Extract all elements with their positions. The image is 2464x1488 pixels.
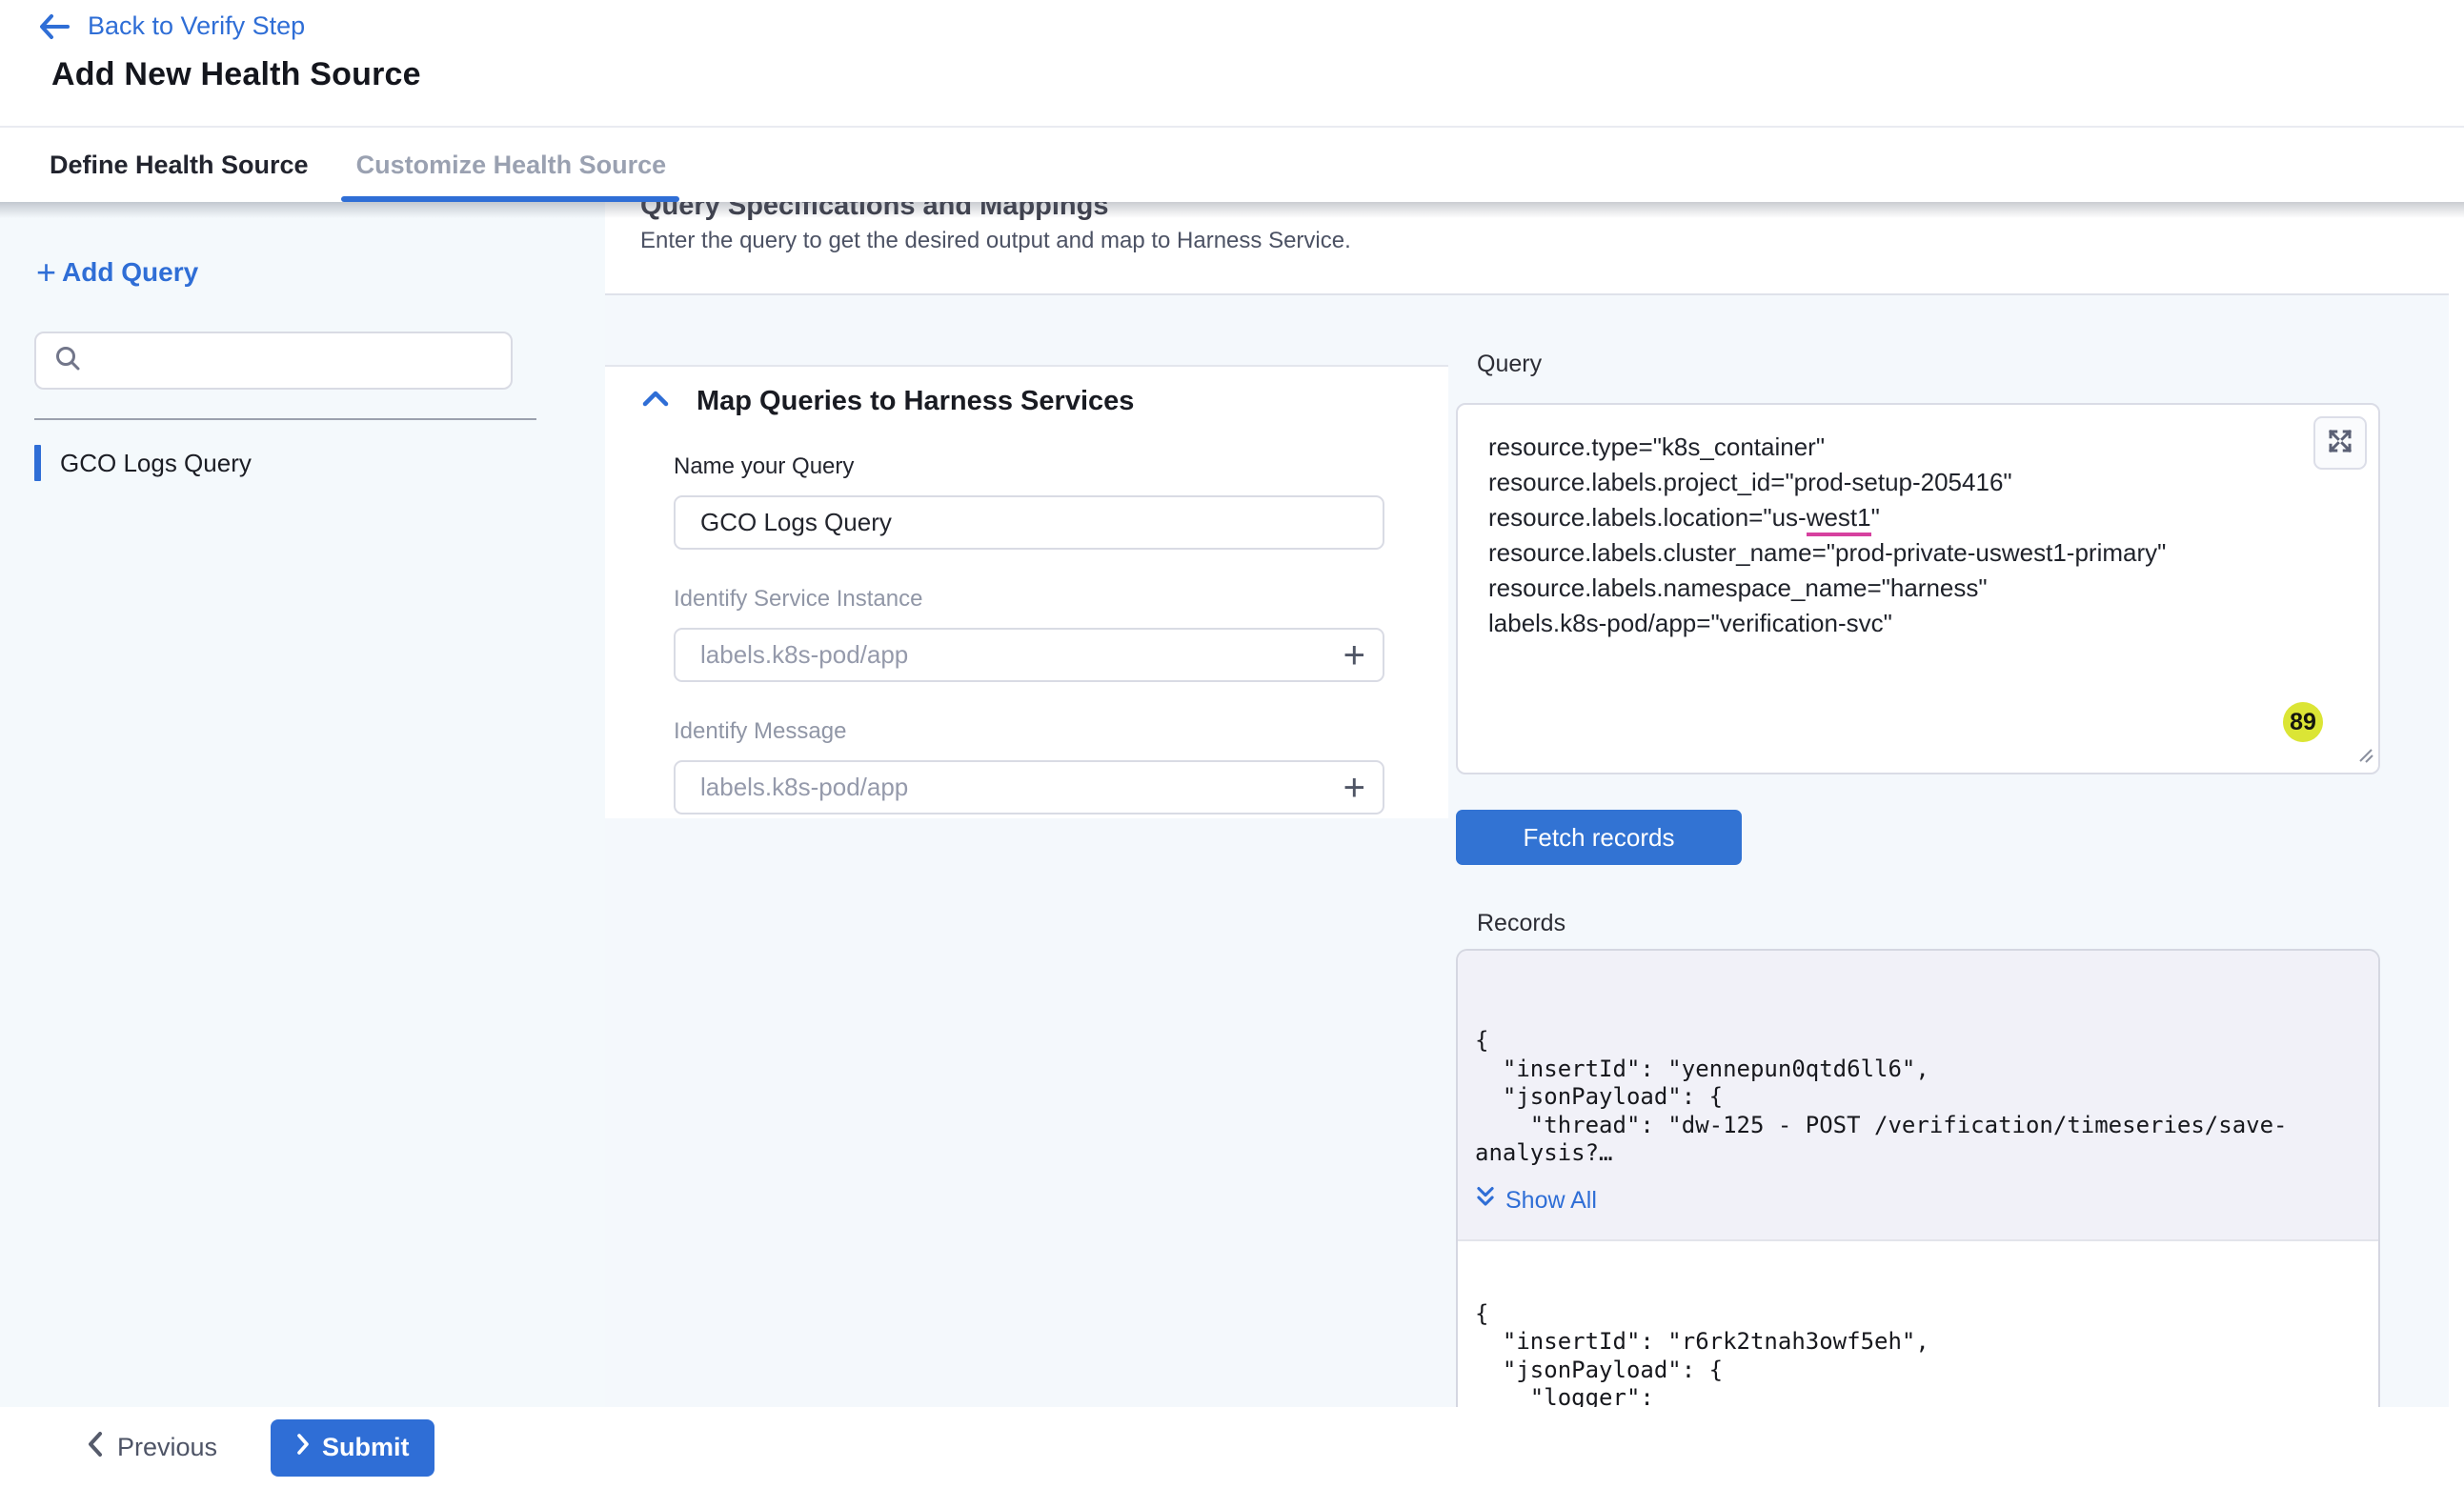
identify-message-label: Identify Message: [674, 718, 1448, 745]
previous-button[interactable]: Previous: [87, 1431, 217, 1464]
back-to-verify-step-link[interactable]: Back to Verify Step: [38, 11, 305, 41]
chevron-left-icon: [87, 1431, 104, 1464]
tab-customize-health-source[interactable]: Customize Health Source: [356, 128, 667, 202]
add-query-label: Add Query: [62, 257, 198, 288]
name-query-field: [674, 495, 1384, 550]
expand-icon: [2326, 427, 2354, 460]
show-all-link[interactable]: Show All: [1475, 1185, 1597, 1217]
body-row: + Add Query GCO Logs Query: [0, 202, 2464, 1407]
char-count-badge: 89: [2283, 702, 2323, 742]
query-label: Query: [1477, 351, 1542, 378]
expand-query-button[interactable]: [2313, 416, 2367, 470]
identify-service-instance-field: +: [674, 628, 1384, 682]
fetch-records-button[interactable]: Fetch records: [1456, 810, 1742, 865]
add-message-path-button[interactable]: +: [1343, 769, 1365, 807]
search-icon: [53, 344, 82, 377]
record-item-2[interactable]: { "insertId": "r6rk2tnah3owf5eh", "jsonP…: [1458, 1241, 2378, 1408]
show-all-label: Show All: [1505, 1187, 1597, 1215]
plus-icon: +: [36, 259, 56, 286]
section-head: Query Specifications and Mappings Enter …: [605, 202, 2449, 293]
name-query-label: Name your Query: [674, 453, 1448, 480]
record-2-json: { "insertId": "r6rk2tnah3owf5eh", "jsonP…: [1475, 1300, 2359, 1408]
query-mapping-area: Map Queries to Harness Services Name you…: [605, 295, 2449, 1407]
map-queries-collapse-toggle[interactable]: Map Queries to Harness Services: [641, 386, 1134, 417]
page-title: Add New Health Source: [38, 56, 2464, 93]
previous-label: Previous: [117, 1433, 217, 1462]
query-textarea[interactable]: resource.type="k8s_container"resource.la…: [1456, 403, 2380, 774]
search-input[interactable]: [95, 346, 494, 375]
page-header: Back to Verify Step Add New Health Sourc…: [0, 0, 2464, 128]
main-content: Query Specifications and Mappings Enter …: [605, 202, 2464, 1407]
back-link-label: Back to Verify Step: [88, 11, 305, 41]
sidebar-item-gco-logs-query[interactable]: GCO Logs Query: [0, 433, 605, 493]
query-text: resource.type="k8s_container"resource.la…: [1488, 430, 2348, 641]
submit-label: Submit: [322, 1433, 410, 1462]
name-query-input[interactable]: [676, 508, 1383, 537]
resize-handle[interactable]: [2356, 746, 2373, 768]
record-item-1[interactable]: { "insertId": "yennepun0qtd6ll6", "jsonP…: [1458, 951, 2378, 1241]
tab-define-health-source[interactable]: Define Health Source: [50, 128, 309, 202]
records-panel: { "insertId": "yennepun0qtd6ll6", "jsonP…: [1456, 949, 2380, 1407]
back-arrow-icon: [38, 13, 71, 40]
chevron-up-icon: [641, 389, 670, 414]
submit-button[interactable]: Submit: [271, 1419, 434, 1477]
identify-service-instance-label: Identify Service Instance: [674, 586, 1448, 613]
section-subtitle: Enter the query to get the desired outpu…: [640, 228, 2449, 254]
records-label: Records: [1477, 910, 1565, 937]
add-service-instance-path-button[interactable]: +: [1343, 636, 1365, 674]
footer-action-bar: Previous Submit: [0, 1407, 2464, 1488]
section-title: Query Specifications and Mappings: [640, 202, 2449, 222]
query-item-label: GCO Logs Query: [60, 449, 252, 478]
double-chevron-down-icon: [1475, 1185, 1496, 1217]
identify-message-field: +: [674, 760, 1384, 814]
query-search-box: [34, 332, 513, 390]
add-query-button[interactable]: + Add Query: [36, 257, 198, 288]
map-queries-heading: Map Queries to Harness Services: [697, 386, 1134, 417]
identify-service-instance-input[interactable]: [676, 640, 1383, 670]
identify-message-input[interactable]: [676, 773, 1383, 802]
add-health-source-page: Back to Verify Step Add New Health Sourc…: [0, 0, 2464, 1488]
chevron-right-icon: [295, 1433, 311, 1462]
query-sidebar: + Add Query GCO Logs Query: [0, 202, 605, 1407]
sidebar-divider: [34, 418, 536, 420]
selected-indicator-bar: [34, 445, 41, 481]
record-1-json: { "insertId": "yennepun0qtd6ll6", "jsonP…: [1475, 1027, 2359, 1168]
map-queries-panel: Map Queries to Harness Services Name you…: [605, 365, 1448, 818]
health-source-tabs: Define Health Source Customize Health So…: [0, 128, 2464, 202]
